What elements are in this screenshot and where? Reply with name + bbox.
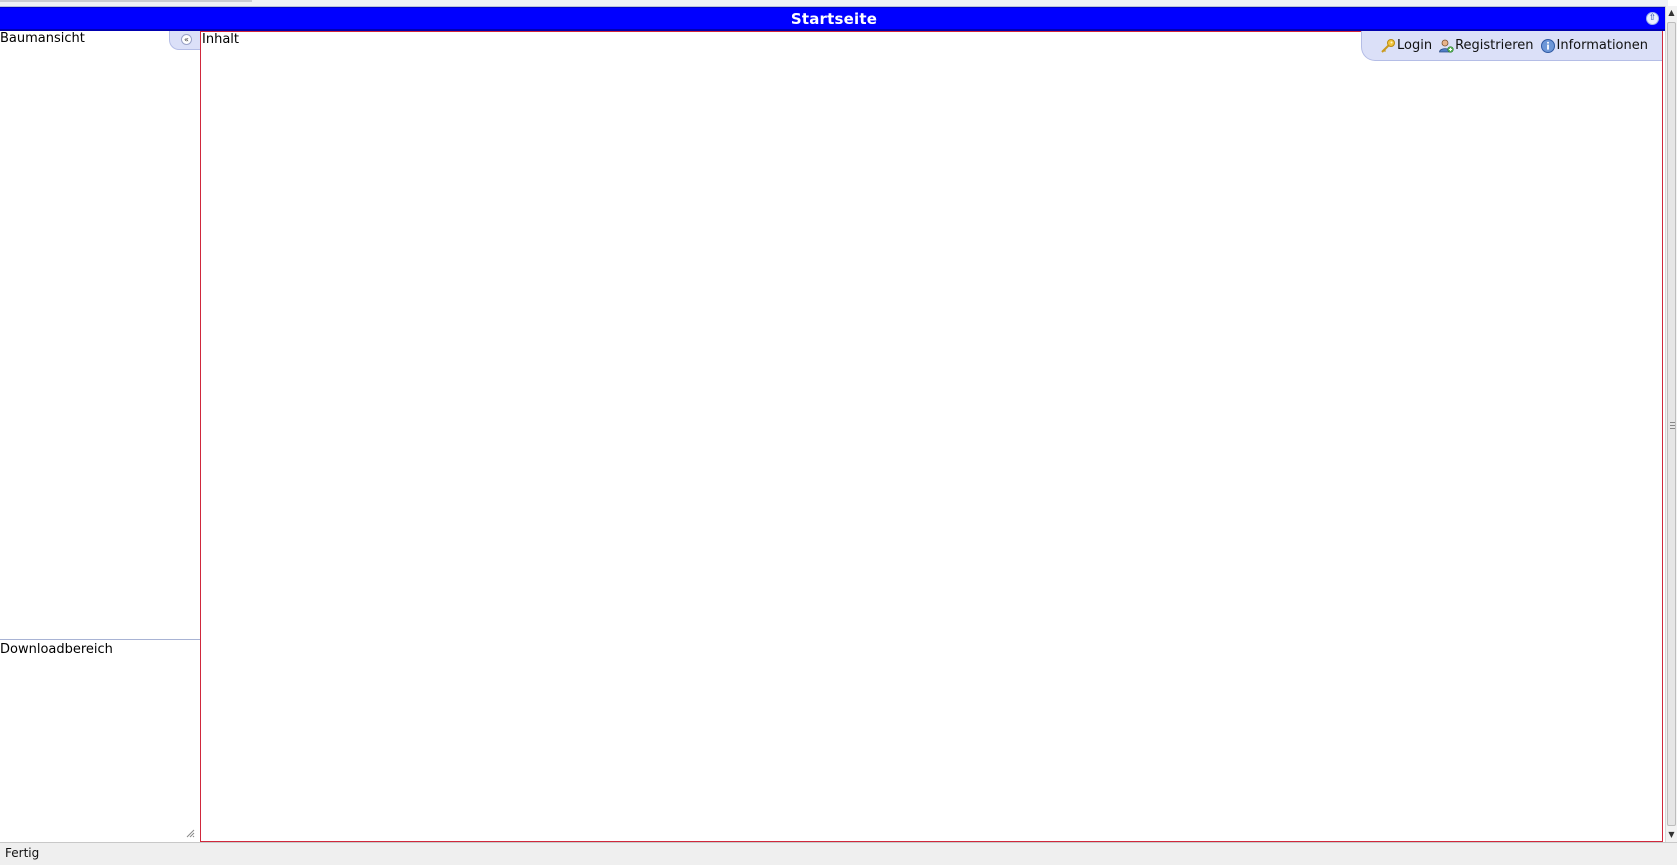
browser-page: Startseite ⇧ Baumansicht « Downloadberei… <box>0 0 1677 865</box>
info-icon <box>1540 38 1556 54</box>
collapse-sidebar-button[interactable]: « <box>169 31 200 50</box>
top-strip-segment <box>0 0 252 2</box>
scrollbar-grip-icon <box>1670 422 1675 429</box>
scrollbar-thumb[interactable] <box>1667 22 1676 826</box>
register-button[interactable]: Registrieren <box>1438 38 1534 54</box>
content-label: Inhalt <box>202 32 239 47</box>
user-add-icon <box>1438 38 1454 54</box>
tree-view-label: Baumansicht <box>0 31 85 46</box>
vertical-scrollbar[interactable]: ▲ ▼ <box>1665 6 1677 842</box>
key-icon <box>1380 38 1396 54</box>
status-text: Fertig <box>5 846 40 860</box>
title-bar: Startseite ⇧ <box>0 7 1668 31</box>
user-toolbar: Login Registrieren Informationen <box>1361 31 1662 61</box>
information-button[interactable]: Informationen <box>1540 38 1649 54</box>
status-bar: Fertig <box>0 842 1677 865</box>
scroll-down-arrow-icon[interactable]: ▼ <box>1666 828 1677 842</box>
top-chrome-strip <box>0 0 1668 7</box>
scroll-up-arrow-icon[interactable]: ▲ <box>1666 6 1677 20</box>
sidebar-divider[interactable] <box>0 639 200 640</box>
content-panel: Inhalt Login Registrieren Informationen <box>200 31 1663 842</box>
page-title: Startseite <box>790 10 878 28</box>
register-label: Registrieren <box>1455 38 1534 53</box>
download-area-label: Downloadbereich <box>0 642 113 657</box>
collapse-header-icon[interactable]: ⇧ <box>1646 12 1659 25</box>
information-label: Informationen <box>1556 38 1649 53</box>
sidebar: Baumansicht « Downloadbereich <box>0 31 200 842</box>
login-label: Login <box>1396 38 1433 53</box>
login-button[interactable]: Login <box>1380 38 1432 54</box>
resize-grip-icon[interactable] <box>185 827 195 838</box>
double-chevron-left-icon: « <box>181 34 192 45</box>
